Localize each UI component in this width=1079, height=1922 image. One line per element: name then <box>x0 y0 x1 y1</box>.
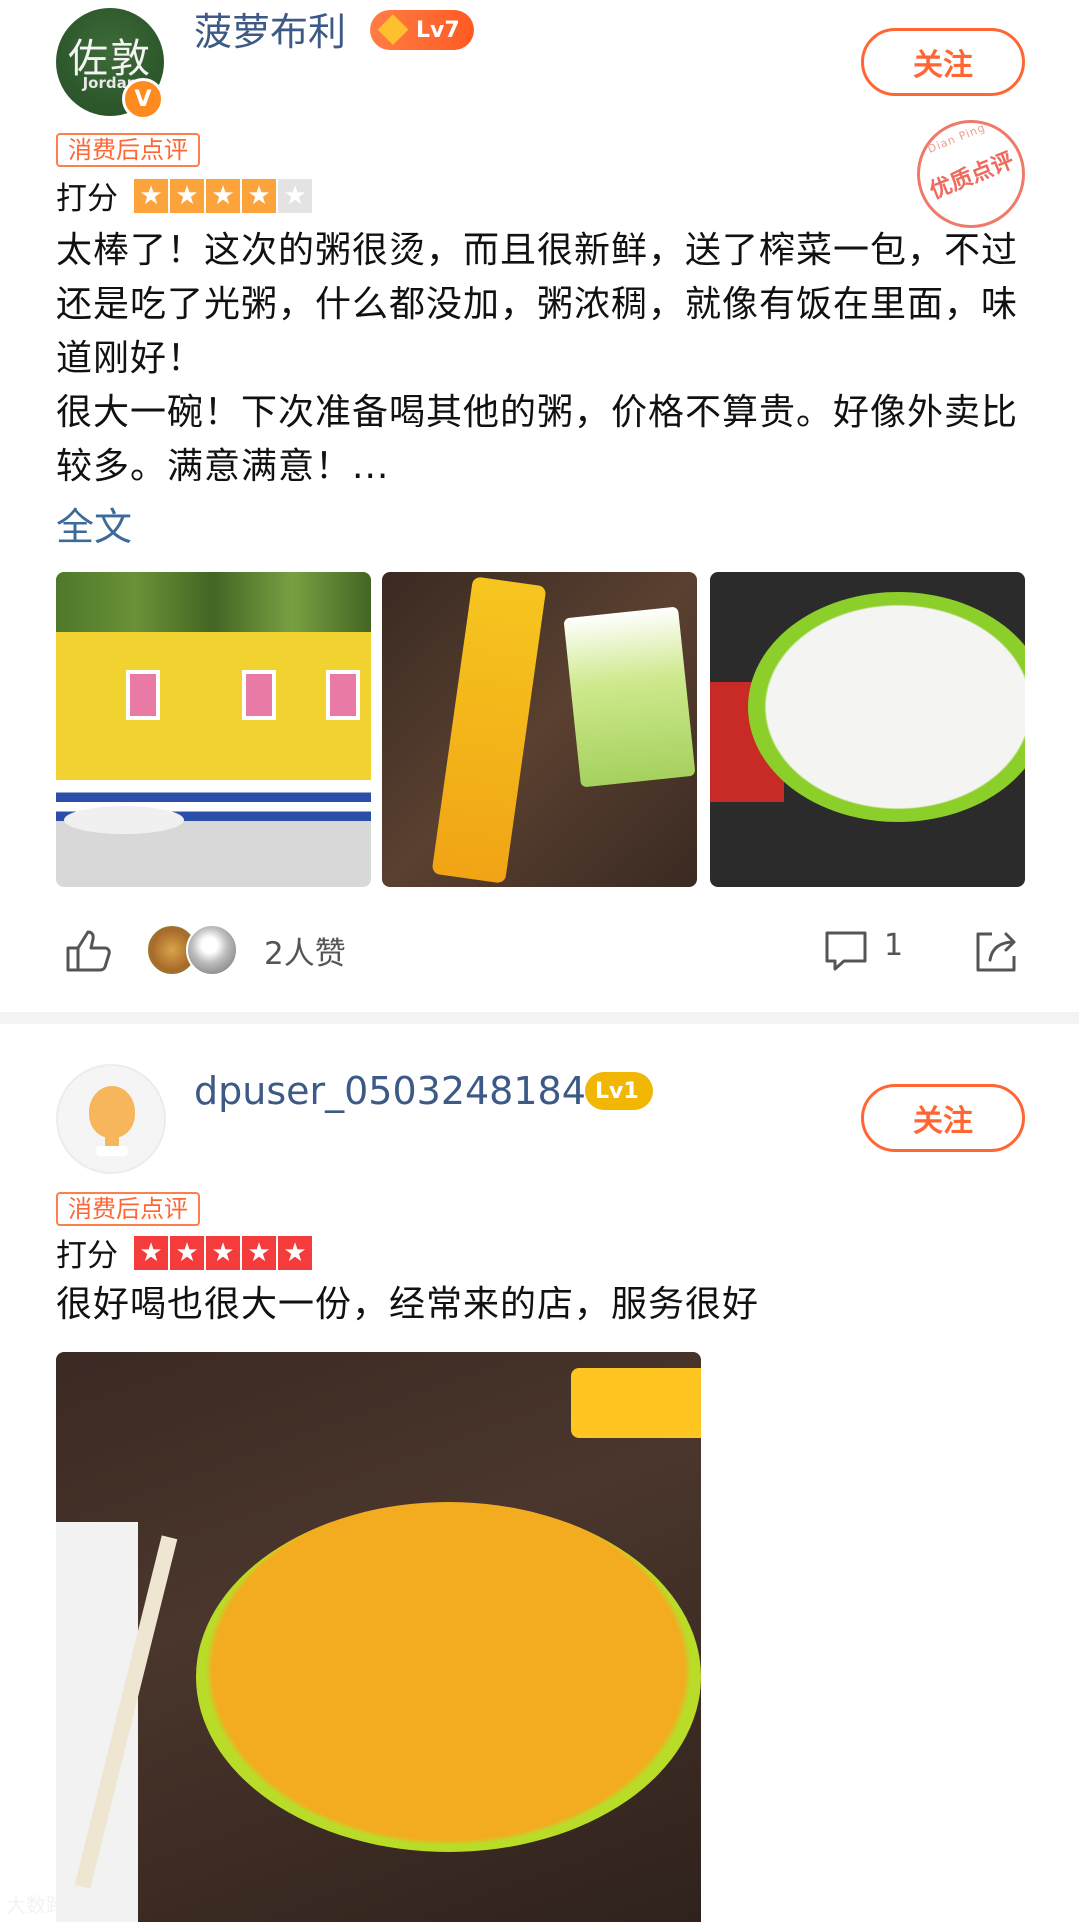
level-badge: ◆ Lv7 <box>370 4 474 50</box>
star-icon: ★ <box>170 1235 204 1270</box>
score-label: 打分 <box>56 181 118 217</box>
review-feed: 佐敦 Jordan V 菠萝布利 ◆ Lv7 关注 Dian Ping 优质点评… <box>0 0 1079 1922</box>
review-photo-congee[interactable] <box>710 572 1025 887</box>
comment-count[interactable]: 1 <box>884 928 903 963</box>
review-text: 很好喝也很大一份，经常来的店，服务很好 <box>56 1284 760 1325</box>
score-row: 打分 ★ ★ ★ ★ ★ <box>56 173 314 218</box>
full-text-link[interactable]: 全文 <box>56 496 132 551</box>
username[interactable]: dpuser_0503248184 <box>194 1065 586 1117</box>
avatar[interactable] <box>56 1064 166 1174</box>
liker-avatar[interactable] <box>186 924 238 976</box>
diamond-icon: ◆ <box>377 4 409 50</box>
follow-button[interactable]: 关注 <box>861 28 1025 96</box>
comment-icon[interactable] <box>822 926 870 974</box>
verified-icon: V <box>122 78 164 120</box>
review-photo-pickles[interactable] <box>382 572 697 887</box>
post-consumption-tag: 消费后点评 <box>56 133 200 167</box>
score-label: 打分 <box>56 1238 118 1274</box>
review-text: 太棒了！这次的粥很烫，而且很新鲜，送了榨菜一包，不过还是吃了光粥，什么都没加，粥… <box>56 230 1019 487</box>
username[interactable]: 菠萝布利 <box>194 6 346 58</box>
star-icon: ★ <box>170 178 204 213</box>
level-badge: Lv1 <box>585 1072 653 1110</box>
like-count[interactable]: 2人赞 <box>264 928 346 973</box>
review-photo-pumpkin-congee[interactable] <box>56 1352 701 1922</box>
star-icon: ★ <box>206 1235 240 1270</box>
score-row: 打分 ★ ★ ★ ★ ★ <box>56 1230 314 1275</box>
watermark: 大数跨境 <box>6 1893 86 1917</box>
star-icon: ★ <box>278 178 312 213</box>
star-icon: ★ <box>242 178 276 213</box>
review-action-bar: 2人赞 1 <box>0 920 1079 980</box>
star-icon: ★ <box>242 1235 276 1270</box>
star-icon: ★ <box>206 178 240 213</box>
review-card: 佐敦 Jordan V 菠萝布利 ◆ Lv7 关注 Dian Ping 优质点评… <box>0 0 1079 1012</box>
level-text: Lv7 <box>416 17 460 43</box>
star-icon: ★ <box>134 178 168 213</box>
star-icon: ★ <box>278 1235 312 1270</box>
review-separator <box>0 1012 1079 1024</box>
star-icon: ★ <box>134 1235 168 1270</box>
like-icon[interactable] <box>62 924 114 976</box>
review-photo-restaurant[interactable] <box>56 572 371 887</box>
share-icon[interactable] <box>972 926 1022 976</box>
post-consumption-tag: 消费后点评 <box>56 1192 200 1226</box>
follow-button[interactable]: 关注 <box>861 1084 1025 1152</box>
star-rating: ★ ★ ★ ★ ★ <box>134 1235 314 1270</box>
star-rating: ★ ★ ★ ★ ★ <box>134 178 314 213</box>
